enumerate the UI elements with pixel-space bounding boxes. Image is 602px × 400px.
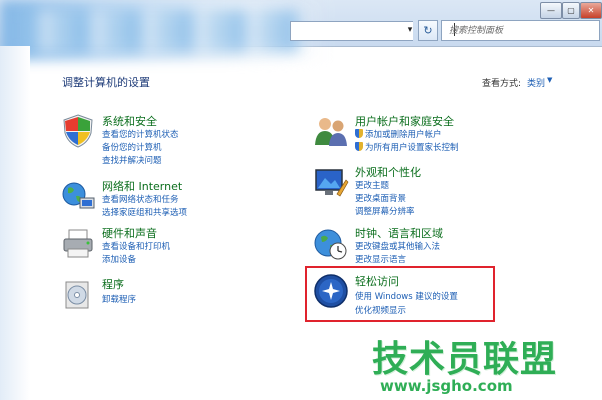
category-link[interactable]: 更改键盘或其他输入法 (355, 240, 440, 252)
category-link-label: 为所有用户设置家长控制 (365, 143, 459, 153)
category-title[interactable]: 外观和个性化 (355, 164, 421, 180)
category-link[interactable]: 查看您的计算机状态 (102, 128, 179, 140)
category-link[interactable]: 调整屏幕分辨率 (355, 205, 415, 217)
category-title[interactable]: 硬件和声音 (102, 225, 157, 241)
category-link[interactable]: 添加或删除用户帐户 (355, 128, 442, 140)
category-system-security: 系统和安全 查看您的计算机状态 备份您的计算机 查找并解决问题 (60, 113, 260, 173)
category-title[interactable]: 时钟、语言和区域 (355, 225, 443, 241)
category-link-label: 添加或删除用户帐户 (365, 130, 442, 140)
window-title-bar: ▾ ↻ 搜索控制面板 — ▢ ✕ (0, 0, 602, 60)
clock-globe-icon (314, 229, 347, 260)
view-by-select[interactable]: 类别 (527, 76, 545, 89)
category-title[interactable]: 系统和安全 (102, 113, 157, 129)
left-edge (0, 46, 30, 400)
search-input[interactable]: 搜索控制面板 (441, 20, 600, 41)
category-link[interactable]: 更改主题 (355, 179, 389, 191)
category-link[interactable]: 备份您的计算机 (102, 141, 162, 153)
address-bar[interactable] (290, 21, 413, 41)
category-link[interactable]: 卸载程序 (102, 293, 136, 305)
watermark-brand: 技术员联盟 (372, 339, 558, 380)
category-programs: 程序 卸载程序 (60, 276, 260, 316)
category-network-internet: 网络和 Internet 查看网络状态和任务 选择家庭组和共享选项 (60, 178, 260, 224)
blurred-region-overlay (20, 10, 300, 52)
maximize-button[interactable]: ▢ (562, 2, 580, 19)
category-link[interactable]: 为所有用户设置家长控制 (355, 141, 459, 153)
category-clock-language-region: 时钟、语言和区域 更改键盘或其他输入法 更改显示语言 (313, 225, 513, 271)
uac-shield-icon (355, 129, 363, 138)
highlight-box (305, 266, 495, 322)
category-user-accounts: 用户帐户和家庭安全 添加或删除用户帐户 为所有用户设置家长控制 (313, 113, 513, 159)
category-appearance: 外观和个性化 更改主题 更改桌面背景 调整屏幕分辨率 (313, 164, 513, 222)
shield-flag-icon (63, 114, 93, 148)
uac-shield-icon (355, 142, 363, 151)
watermark-url: www.jsgho.com (380, 377, 513, 395)
users-icon (315, 118, 347, 146)
category-link[interactable]: 选择家庭组和共享选项 (102, 206, 187, 218)
address-dropdown-icon[interactable]: ▾ (404, 22, 416, 38)
category-link[interactable]: 更改桌面背景 (355, 192, 406, 204)
page-title: 调整计算机的设置 (62, 76, 150, 89)
chevron-down-icon[interactable]: ▼ (547, 76, 552, 84)
search-placeholder: 搜索控制面板 (449, 26, 504, 36)
printer-icon (63, 229, 93, 258)
category-link[interactable]: 添加设备 (102, 253, 136, 265)
category-link[interactable]: 更改显示语言 (355, 253, 406, 265)
category-title[interactable]: 网络和 Internet (102, 178, 182, 194)
category-link[interactable]: 查看设备和打印机 (102, 240, 170, 252)
close-button[interactable]: ✕ (580, 2, 602, 19)
program-disc-icon (65, 281, 89, 309)
view-by-label: 查看方式: (482, 79, 522, 89)
network-globe-icon (62, 182, 95, 209)
refresh-icon[interactable]: ↻ (418, 20, 438, 41)
category-hardware-sound: 硬件和声音 查看设备和打印机 添加设备 (60, 225, 260, 271)
minimize-button[interactable]: — (540, 2, 562, 19)
category-title[interactable]: 用户帐户和家庭安全 (355, 113, 454, 129)
category-link[interactable]: 查看网络状态和任务 (102, 193, 179, 205)
category-link[interactable]: 查找并解决问题 (102, 154, 162, 166)
display-paint-icon (315, 169, 349, 197)
category-title[interactable]: 程序 (102, 276, 124, 292)
